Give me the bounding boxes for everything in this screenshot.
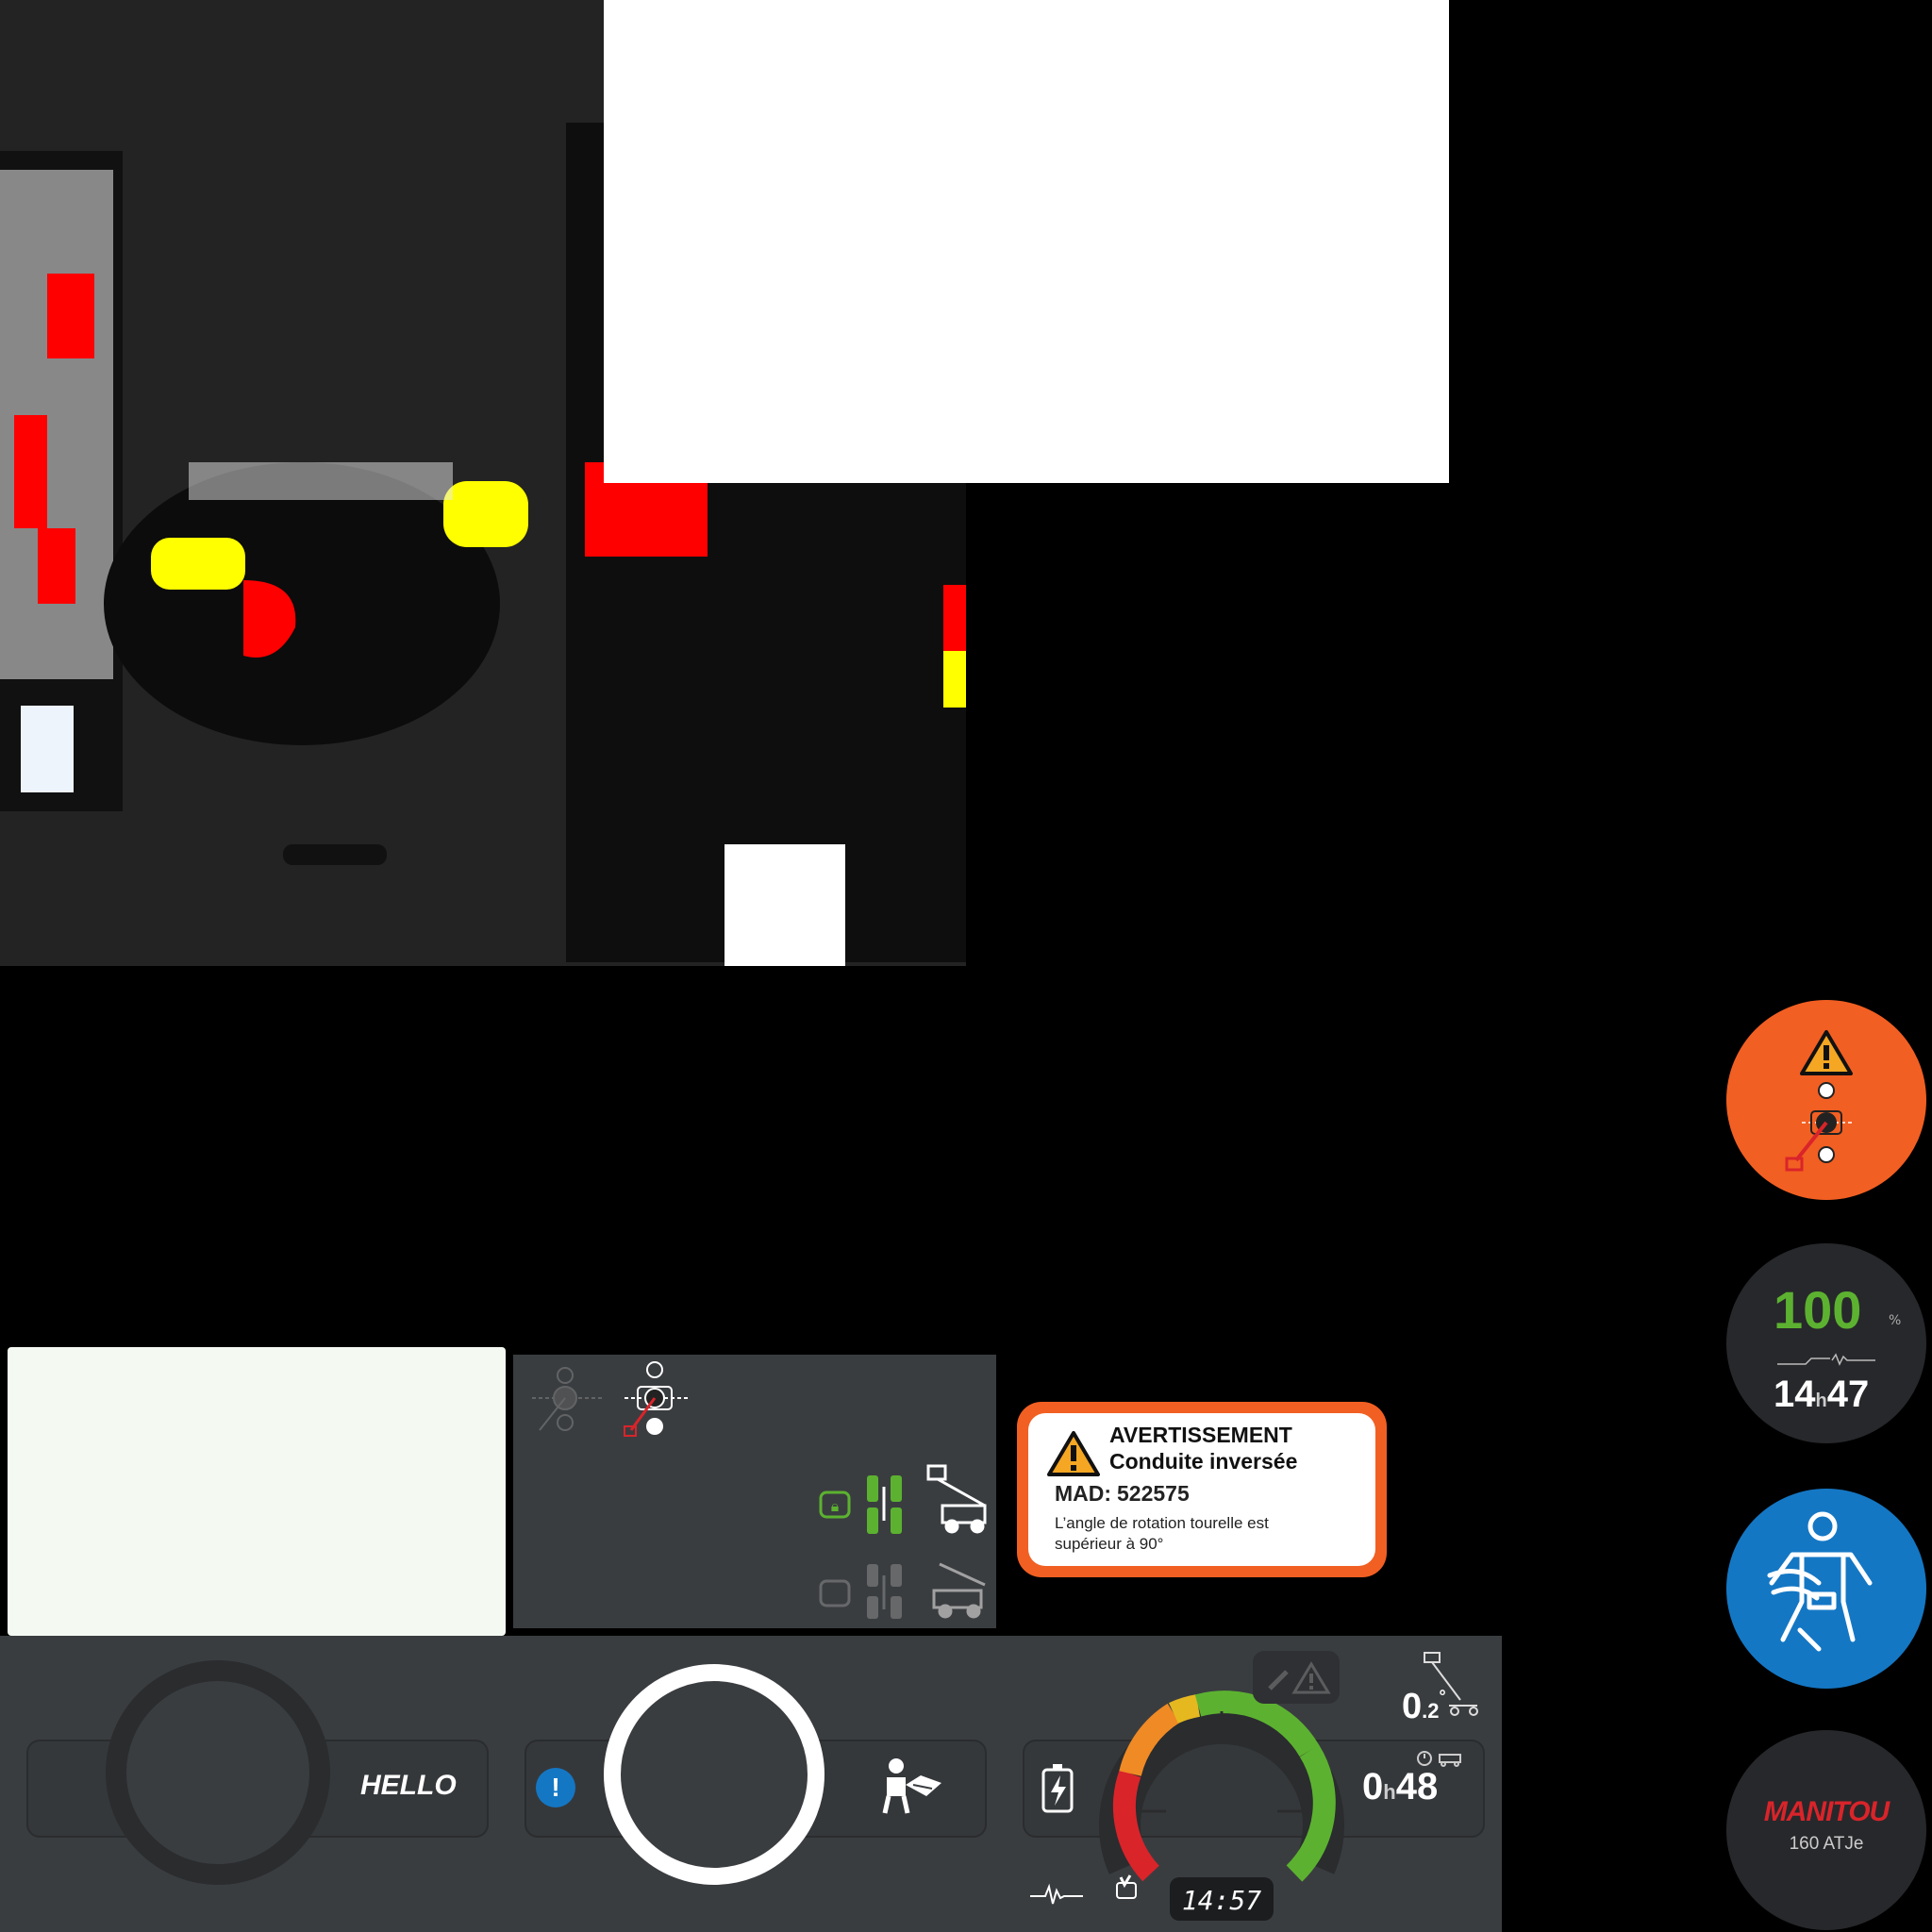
battery-percent-unit: %	[1889, 1313, 1902, 1328]
drive-lock-icon-inactive	[819, 1564, 902, 1619]
greeting-ring	[106, 1660, 330, 1885]
warning-popup: AVERTISSEMENT Conduite inversée MAD: 522…	[1017, 1402, 1387, 1577]
warning-triangle-icon	[1047, 1431, 1100, 1476]
tilt-angle-decimal: .2	[1422, 1699, 1440, 1723]
dashboard-bar: HELLO ! 14:57 0.2° 0h48	[0, 1636, 1502, 1932]
mad-value: 522575	[1117, 1481, 1190, 1506]
lift-energy-icon	[1777, 1353, 1875, 1366]
turret-rotation-icon-active	[624, 1361, 688, 1437]
boom-lift-icon-inactive	[932, 1562, 986, 1619]
stopwatch-lift-icon	[1417, 1751, 1461, 1767]
warning-message-line-2: supérieur à 90°	[1055, 1535, 1164, 1553]
manitou-logo: MANITOU	[1763, 1796, 1890, 1827]
battery-hours: 14	[1774, 1374, 1816, 1415]
svg-text:🔒︎: 🔒︎	[831, 1497, 840, 1515]
model-name: 160 ATJe	[1789, 1834, 1864, 1854]
tilt-angle-readout: 0.2°	[1402, 1687, 1446, 1727]
clock-display: 14:57	[1181, 1885, 1262, 1916]
battery-percent: 100	[1774, 1280, 1862, 1340]
warning-message-line-1: L’angle de rotation tourelle est	[1055, 1514, 1269, 1532]
wrench-warning-icon	[1268, 1661, 1331, 1694]
operator-manual-icon[interactable]	[877, 1757, 945, 1815]
operating-timer: 0h48	[1362, 1766, 1438, 1808]
maintenance-tab[interactable]	[1253, 1651, 1340, 1704]
brand-badge: MANITOU 160 ATJe	[1726, 1730, 1926, 1930]
blank-white-panel	[604, 0, 1449, 483]
tilt-angle-value: 0	[1402, 1687, 1423, 1726]
warning-title: AVERTISSEMENT	[1109, 1423, 1292, 1447]
drive-lock-icon-active: 🔒︎	[819, 1475, 902, 1534]
tilt-alert-button[interactable]	[1726, 1000, 1926, 1200]
battery-charging-icon	[1041, 1764, 1074, 1813]
harness-reminder-button[interactable]	[1726, 1489, 1926, 1689]
warning-popup-body: AVERTISSEMENT Conduite inversée MAD: 522…	[1028, 1413, 1375, 1566]
battery-hours-sep: h	[1815, 1391, 1827, 1411]
info-exclamation-icon[interactable]: !	[536, 1768, 575, 1807]
turret-rotation-icon	[1785, 1030, 1855, 1172]
battery-minutes: 47	[1826, 1374, 1870, 1415]
hello-label: HELLO	[360, 1770, 457, 1801]
mad-label: MAD:	[1055, 1481, 1112, 1506]
turret-rotation-icon-inactive	[532, 1367, 603, 1431]
energy-signal-icon	[1030, 1883, 1083, 1905]
tilt-angle-unit: °	[1439, 1687, 1446, 1706]
timer-minutes: 48	[1395, 1766, 1439, 1807]
blank-card	[8, 1347, 506, 1636]
timer-sep: h	[1383, 1780, 1396, 1804]
battery-status-badge: 100 % 14h47	[1726, 1243, 1926, 1443]
boom-lift-icon-active	[926, 1464, 987, 1534]
safety-harness-icon	[1767, 1511, 1873, 1652]
status-icon-panel: 🔒︎	[513, 1355, 996, 1628]
warning-subtitle: Conduite inversée	[1109, 1449, 1298, 1474]
timer-hours: 0	[1362, 1766, 1384, 1807]
status-ring	[604, 1664, 824, 1885]
